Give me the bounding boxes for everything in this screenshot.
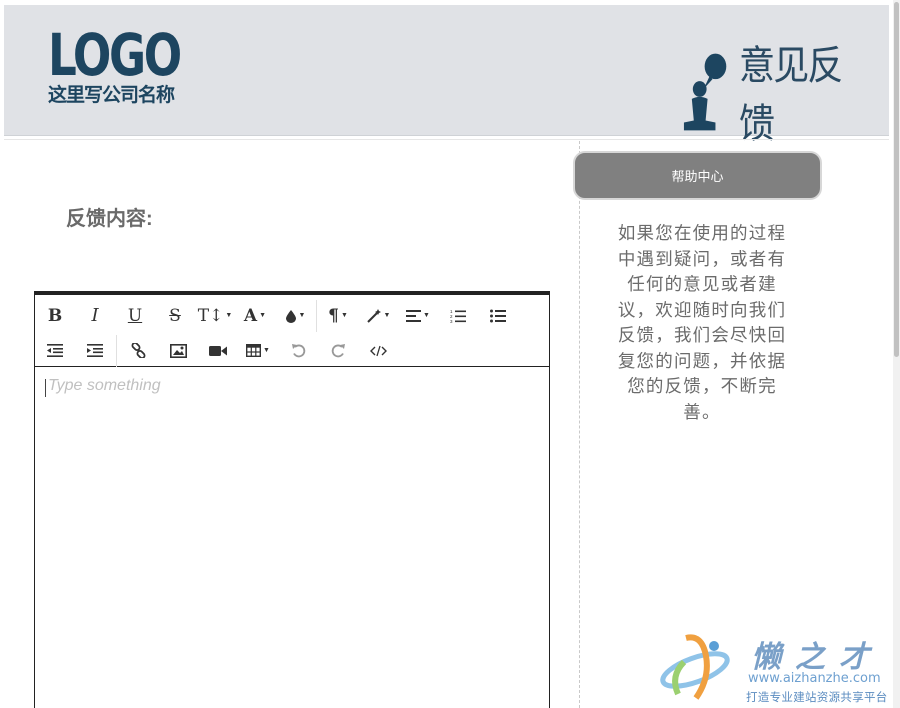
strikethrough-icon: S	[169, 305, 181, 326]
ordered-list-icon: 123	[450, 309, 466, 323]
bold-icon: B	[47, 305, 63, 326]
paragraph-icon: ¶	[328, 305, 339, 326]
rich-text-editor: B I U S T↕ ▼ A ▼ ▼ ¶ ▼ ▼ ▼ 1 2 3 ▼ Type …	[34, 291, 550, 708]
scrollbar-thumb[interactable]	[894, 2, 899, 357]
code-view-button[interactable]	[358, 336, 398, 366]
image-icon	[169, 343, 187, 358]
image-button[interactable]	[158, 336, 198, 366]
page-title-text: 意见反馈	[739, 43, 843, 147]
bold-button[interactable]: B	[35, 301, 75, 331]
feedback-content-label: 反馈内容:	[66, 208, 153, 230]
help-description: 如果您在使用的过程中遇到疑问，或者有任何的意见或者建议，欢迎随时向我们反馈，我们…	[617, 224, 787, 423]
table-button[interactable]: ▼	[238, 336, 278, 366]
align-button[interactable]: ▼	[398, 301, 438, 331]
magic-style-button[interactable]: ▼	[358, 301, 398, 331]
undo-button[interactable]	[278, 336, 318, 366]
highlight-button[interactable]: ▼	[275, 301, 315, 331]
chevron-down-icon: ▼	[383, 312, 391, 319]
chevron-down-icon: ▼	[423, 312, 430, 319]
toolbar-row-2: ▼	[35, 333, 398, 368]
editor-toolbar: B I U S T↕ ▼ A ▼ ▼ ¶ ▼ ▼ ▼ 1 2 3 ▼	[35, 295, 549, 367]
editor-content-area[interactable]: Type something	[35, 367, 549, 707]
toolbar-separator	[116, 334, 117, 367]
logo-text: LOGO	[48, 21, 182, 89]
underline-button[interactable]: U	[115, 301, 155, 331]
indent-button[interactable]	[75, 336, 115, 366]
unordered-list-button[interactable]	[478, 301, 518, 331]
ordered-list-button[interactable]: 123	[438, 301, 478, 331]
video-icon	[209, 345, 227, 356]
column-divider	[579, 141, 580, 708]
watermark-url: www.aizhanzhe.com	[748, 671, 881, 686]
chevron-down-icon: ▼	[259, 312, 267, 319]
unordered-list-icon	[490, 309, 506, 322]
italic-icon: I	[91, 305, 99, 326]
video-button[interactable]	[198, 336, 238, 366]
page-title: 意见反馈	[680, 33, 889, 149]
font-color-icon: A	[243, 305, 258, 326]
watermark-slogan: 打造专业建站资源共享平台	[746, 690, 888, 704]
outdent-button[interactable]	[35, 336, 75, 366]
underline-icon: U	[127, 305, 143, 326]
link-icon	[131, 343, 145, 358]
italic-button[interactable]: I	[75, 301, 115, 331]
site-watermark: 懒之才 www.aizhanzhe.com 打造专业建站资源共享平台	[656, 630, 896, 708]
help-center-button[interactable]: 帮助中心	[573, 151, 822, 200]
toolbar-separator	[316, 299, 317, 332]
person-speech-icon	[683, 53, 727, 131]
font-size-icon: T↕	[197, 305, 224, 326]
font-color-button[interactable]: A ▼	[235, 301, 275, 331]
site-header: LOGO 这里写公司名称 意见反馈	[4, 5, 889, 147]
indent-icon	[87, 344, 103, 357]
chevron-down-icon: ▼	[263, 347, 270, 354]
chevron-down-icon: ▼	[298, 312, 306, 319]
page: LOGO 这里写公司名称 意见反馈 反馈内容: B I U S T↕▼ A▼	[0, 0, 900, 708]
watermark-logo-icon	[660, 634, 730, 700]
highlight-icon	[285, 309, 296, 323]
magic-style-icon	[366, 308, 381, 323]
editor-placeholder: Type something	[48, 377, 161, 394]
link-button[interactable]	[118, 336, 158, 366]
company-logo[interactable]: LOGO 这里写公司名称	[48, 25, 217, 107]
font-size-button[interactable]: T↕ ▼	[195, 301, 235, 331]
strikethrough-button[interactable]: S	[155, 301, 195, 331]
align-icon	[406, 309, 422, 322]
header-divider	[4, 139, 889, 140]
outdent-icon	[47, 344, 63, 357]
redo-button[interactable]	[318, 336, 358, 366]
chevron-down-icon: ▼	[225, 312, 233, 319]
toolbar-row-1: B I U S T↕ ▼ A ▼ ▼ ¶ ▼ ▼ ▼ 1 2 3	[35, 298, 518, 333]
redo-icon	[331, 344, 345, 358]
text-cursor	[45, 379, 46, 397]
svg-text:3: 3	[450, 319, 453, 323]
undo-icon	[291, 344, 305, 358]
chevron-down-icon: ▼	[340, 312, 348, 319]
watermark-title: 懒之才	[751, 640, 883, 675]
table-icon	[246, 344, 262, 357]
paragraph-button[interactable]: ¶ ▼	[318, 301, 358, 331]
code-view-icon	[369, 345, 387, 356]
